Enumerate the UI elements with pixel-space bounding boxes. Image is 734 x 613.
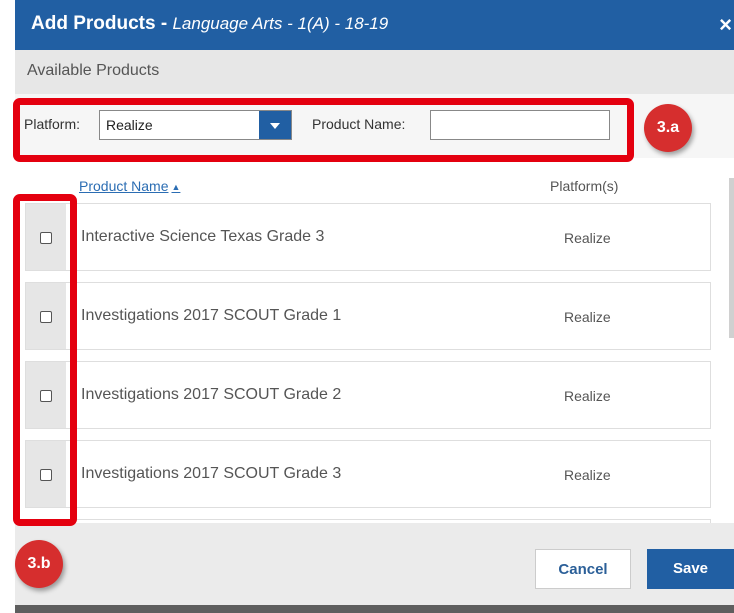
dialog-footer: Cancel Save xyxy=(15,523,734,613)
product-platform: Realize xyxy=(564,467,611,483)
dialog-title: Add Products - Language Arts - 1(A) - 18… xyxy=(31,13,389,34)
product-name: Investigations 2017 SCOUT Grade 2 xyxy=(81,386,342,403)
annotation-box-checkboxes xyxy=(13,194,77,526)
table-row: Interactive Science Texas Grade 3 Realiz… xyxy=(25,203,711,271)
product-name: Investigations 2017 SCOUT Grade 1 xyxy=(81,307,342,324)
product-platform: Realize xyxy=(564,230,611,246)
column-header-product-name[interactable]: Product Name ▲ xyxy=(79,178,180,194)
save-button[interactable]: Save xyxy=(647,549,734,589)
product-name: Interactive Science Texas Grade 3 xyxy=(81,228,325,245)
close-icon[interactable]: × xyxy=(719,12,732,38)
table-row: Investigations 2017 SCOUT Grade 2 Realiz… xyxy=(25,361,711,429)
product-platform: Realize xyxy=(564,388,611,404)
section-header: Available Products xyxy=(15,50,734,94)
column-header-platform: Platform(s) xyxy=(550,178,619,194)
bottom-edge xyxy=(15,605,734,613)
dialog-titlebar: Add Products - Language Arts - 1(A) - 18… xyxy=(15,0,734,50)
annotation-box-filter xyxy=(13,98,634,162)
annotation-badge-3b: 3.b xyxy=(15,540,63,588)
scrollbar[interactable] xyxy=(729,178,734,338)
annotation-badge-3a: 3.a xyxy=(644,104,692,152)
sort-arrow-icon: ▲ xyxy=(171,182,181,193)
section-label: Available Products xyxy=(27,62,160,79)
product-name: Investigations 2017 SCOUT Grade 3 xyxy=(81,465,342,482)
dialog-subtitle: Language Arts - 1(A) - 18-19 xyxy=(172,14,389,33)
product-platform: Realize xyxy=(564,309,611,325)
table-row: Investigations 2017 SCOUT Grade 1 Realiz… xyxy=(25,282,711,350)
table-row: Investigations 2017 SCOUT Grade 3 Realiz… xyxy=(25,440,711,508)
cancel-button[interactable]: Cancel xyxy=(535,549,631,589)
product-list: Product Name ▲ Platform(s) Interactive Sc… xyxy=(15,158,734,527)
